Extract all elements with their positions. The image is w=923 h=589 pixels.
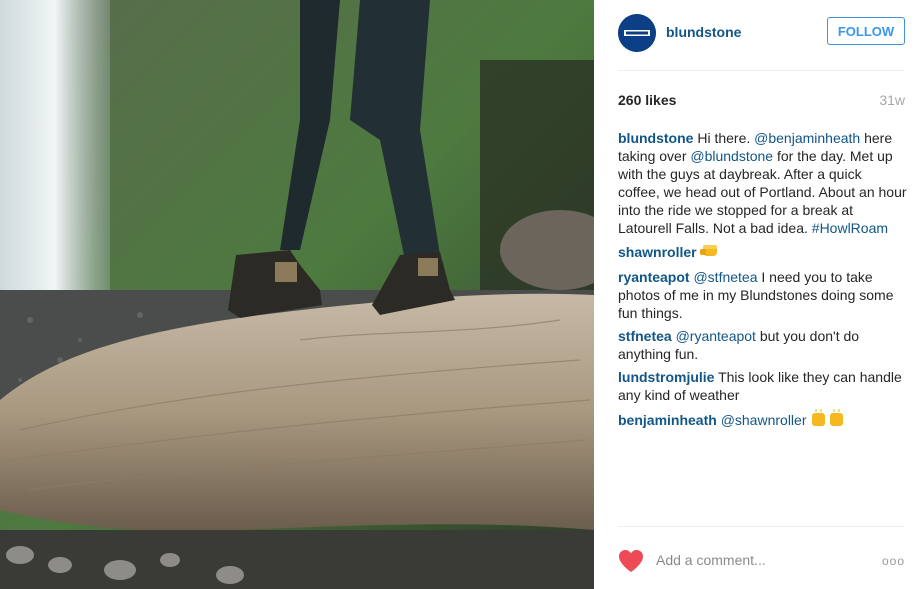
mention-link[interactable]: @benjaminheath xyxy=(754,130,860,146)
comment-username[interactable]: ryanteapot xyxy=(618,269,690,285)
post-sidebar: blundstone FOLLOW 260 likes 31w blundsto… xyxy=(594,0,923,589)
comment-username[interactable]: blundstone xyxy=(618,130,693,146)
divider xyxy=(618,526,905,527)
instagram-post: blundstone FOLLOW 260 likes 31w blundsto… xyxy=(0,0,923,589)
mention-link[interactable]: @shawnroller xyxy=(721,412,807,428)
raised-hands-icon xyxy=(810,409,846,431)
comment-username[interactable]: stfnetea xyxy=(618,328,672,344)
post-username[interactable]: blundstone xyxy=(666,24,741,40)
mention-link[interactable]: @ryanteapot xyxy=(676,328,756,344)
comment-username[interactable]: benjaminheath xyxy=(618,412,717,428)
mention-link[interactable]: @blundstone xyxy=(690,148,773,164)
likes-count[interactable]: 260 likes xyxy=(618,92,676,108)
comment: blundstone Hi there. @benjaminheath here… xyxy=(618,129,907,237)
comment: stfnetea @ryanteapot but you don't do an… xyxy=(618,327,907,363)
comment: ryanteapot @stfnetea I need you to take … xyxy=(618,268,907,322)
more-options-icon[interactable]: ooo xyxy=(882,554,905,568)
post-header: blundstone FOLLOW xyxy=(618,14,905,52)
comment: benjaminheath @shawnroller xyxy=(618,409,907,431)
follow-button[interactable]: FOLLOW xyxy=(827,17,905,45)
post-photo[interactable] xyxy=(0,0,594,589)
mention-link[interactable]: #HowlRoam xyxy=(812,220,888,236)
comment: lundstromjulie This look like they can h… xyxy=(618,368,907,404)
post-footer: Add a comment... ooo xyxy=(618,546,905,576)
heart-icon[interactable] xyxy=(618,549,644,573)
photo-illustration xyxy=(0,0,594,589)
mention-link[interactable]: @stfnetea xyxy=(693,269,757,285)
comment-username[interactable]: shawnroller xyxy=(618,244,697,260)
comment-username[interactable]: lundstromjulie xyxy=(618,369,714,385)
avatar[interactable] xyxy=(618,14,656,52)
fist-icon xyxy=(700,242,720,263)
post-age[interactable]: 31w xyxy=(879,92,905,108)
comments-list: blundstone Hi there. @benjaminheath here… xyxy=(618,129,907,436)
comment: shawnroller xyxy=(618,242,907,263)
divider xyxy=(618,70,905,71)
blundstone-logo-icon xyxy=(618,14,656,52)
add-comment-input[interactable]: Add a comment... xyxy=(656,552,766,568)
comment-text: Hi there. xyxy=(697,130,755,146)
